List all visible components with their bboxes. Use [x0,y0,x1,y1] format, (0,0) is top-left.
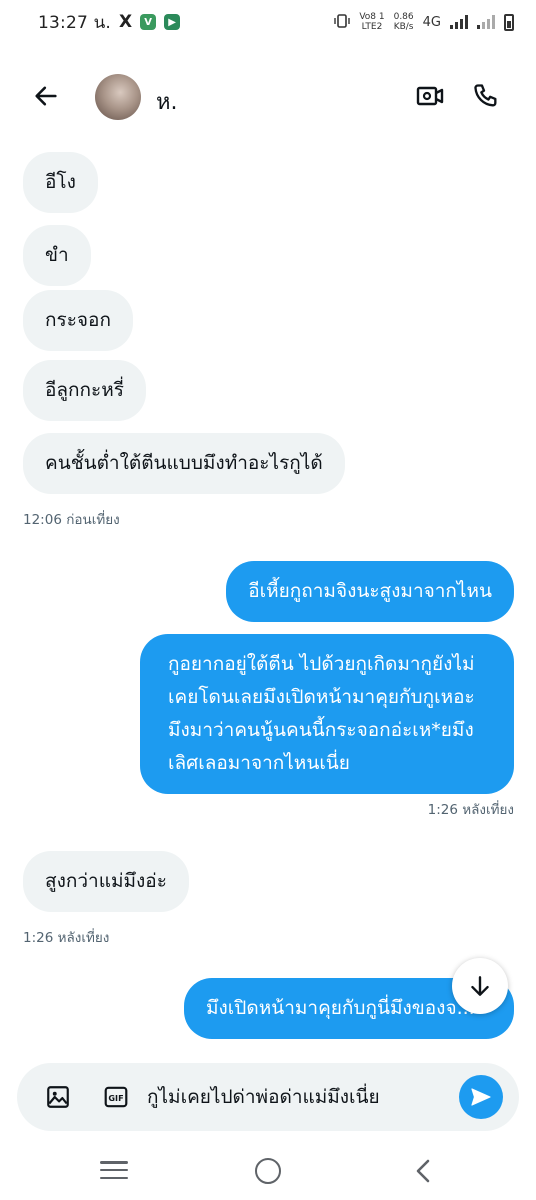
contact-name[interactable]: ห. [156,84,178,119]
vibrate-icon [334,13,351,31]
image-icon [47,1086,69,1108]
volte-indicator: Vo8 1 LTE2 [359,12,384,32]
status-left: 13:27 น. X V ▶ [38,9,181,36]
send-button[interactable] [459,1075,503,1119]
video-call-icon [416,86,444,106]
battery-icon [504,13,514,31]
message-outgoing-multiline[interactable]: กูอยากอยู่ใต้ตีน ไปด้วยกูเกิดมากูยังไม่ … [140,634,514,794]
play-app-icon: ▶ [164,14,181,30]
message-timestamp: 1:26 หลังเที่ยง [427,802,514,818]
vpn-app-icon: V [140,14,157,30]
back-arrow-icon [35,86,57,106]
recent-apps-button[interactable] [100,1158,128,1182]
volte-bottom: LTE2 [361,22,383,32]
signal-strength-2-icon [477,15,495,29]
status-bar: 13:27 น. X V ▶ Vo8 1 LTE2 0.86 KB/s 4G [0,0,536,44]
send-icon [471,1088,491,1106]
message-line: เลิศเลอมาจากไหนเนี่ย [168,752,350,774]
phone-icon [474,84,497,107]
system-navigation-bar [0,1140,536,1200]
message-line: มึงมาว่าคนนู้นคนนี้กระจอกอ่ะเห*ยมึง [168,719,474,741]
speed-value: 0.86 [393,12,414,22]
message-timestamp: 12:06 ก่อนเที่ยง [23,512,120,528]
message-incoming[interactable]: สูงกว่าแม่มึงอ่ะ [23,851,189,912]
video-call-button[interactable] [414,80,446,112]
network-type: 4G [422,14,441,30]
message-incoming[interactable]: อีลูกกะหรี่ [23,360,146,421]
message-thread[interactable]: อีโง ขำ กระจอก อีลูกกะหรี่ คนชั้นต่ำใต้ต… [0,140,536,1060]
arrow-down-icon [471,976,489,996]
signal-strength-icon [450,15,468,29]
x-app-icon: X [119,12,133,32]
system-back-button[interactable] [410,1157,436,1185]
status-right: Vo8 1 LTE2 0.86 KB/s 4G [334,12,514,32]
message-line: เคยโดนเลยมึงเปิดหน้ามาคุยกับกูเหอะ [168,686,475,708]
message-incoming[interactable]: อีโง [23,152,98,213]
message-incoming[interactable]: ขำ [23,225,91,286]
message-incoming[interactable]: กระจอก [23,290,133,351]
home-button[interactable] [255,1158,281,1184]
phone-call-button[interactable] [470,80,502,112]
add-photo-button[interactable] [43,1082,73,1112]
conversation-header: ห. [0,66,536,126]
chevron-left-icon [416,1159,430,1183]
message-composer: GIF กูไม่เคยไปด่าพ่อด่าแม่มึงเนี่ย [17,1063,519,1131]
message-outgoing[interactable]: อีเหี้ยกูถามจิงนะสูงมาจากไหน [226,561,514,622]
status-time: 13:27 น. [38,12,112,33]
gif-button[interactable]: GIF [101,1082,131,1112]
back-button[interactable] [30,80,62,112]
network-speed: 0.86 KB/s [394,12,414,32]
svg-text:GIF: GIF [108,1093,123,1103]
gif-icon: GIF [104,1086,128,1108]
speed-unit: KB/s [393,22,414,32]
avatar[interactable] [95,74,141,120]
message-input[interactable]: กูไม่เคยไปด่าพ่อด่าแม่มึงเนี่ย [147,1079,447,1115]
message-line: กูอยากอยู่ใต้ตีน ไปด้วยกูเกิดมากูยังไม่ [168,653,475,675]
scroll-to-bottom-button[interactable] [452,958,508,1014]
volte-top: Vo8 1 [359,12,385,22]
message-timestamp: 1:26 หลังเที่ยง [23,930,110,946]
message-incoming[interactable]: คนชั้นต่ำใต้ตีนแบบมึงทำอะไรกูได้ [23,433,345,494]
